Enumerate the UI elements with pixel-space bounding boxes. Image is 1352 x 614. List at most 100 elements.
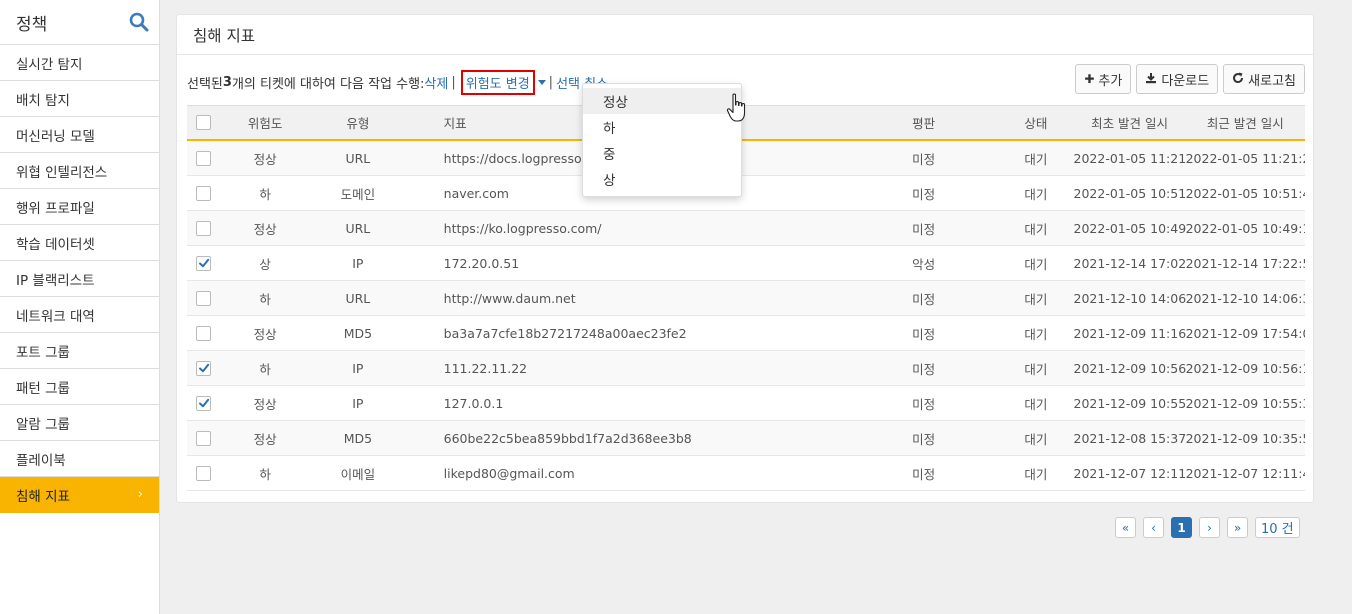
- table-row[interactable]: 정상 URL https://docs.logpresso.com/n 미정 대기 202…: [187, 141, 1305, 176]
- risk-cell: 정상: [253, 326, 277, 342]
- risk-cell: 정상: [253, 431, 277, 447]
- first-seen-cell: 2021-12-07 12:11:46: [1073, 465, 1186, 481]
- main-panel: 침해 지표 선택된 3 개의 티켓에 대하여 다음 작업 수행: 삭제 | 위험…: [176, 14, 1314, 503]
- separator: |: [451, 75, 456, 90]
- table-row[interactable]: 정상 IP 127.0.0.1 미정 대기 2021-12-09 10:55:322021…: [187, 386, 1305, 421]
- sidebar-item[interactable]: 알람 그룹: [0, 405, 159, 441]
- header-state[interactable]: 상태: [944, 113, 1051, 132]
- state-cell: 대기: [1024, 326, 1048, 342]
- sidebar-item[interactable]: 배치 탐지: [0, 81, 159, 117]
- dropdown-item[interactable]: 중: [583, 140, 741, 166]
- row-select-cell: [187, 185, 220, 201]
- table-row[interactable]: 하 IP 111.22.11.22 미정 대기 2021-12-09 10:56:1720…: [187, 351, 1305, 386]
- sidebar-item[interactable]: 패턴 그룹: [0, 369, 159, 405]
- last-page-button[interactable]: »: [1227, 517, 1248, 538]
- row-checkbox[interactable]: [196, 185, 212, 201]
- header-reputation[interactable]: 평판: [813, 113, 944, 132]
- sidebar-item[interactable]: IP 블랙리스트: [0, 261, 159, 297]
- indicator-cell: likepd80@gmail.com: [443, 465, 575, 481]
- panel-header: 침해 지표: [177, 15, 1313, 55]
- header-risk[interactable]: 위험도: [220, 113, 310, 132]
- table-row[interactable]: 하도메인naver.com미정대기2022-01-05 10:51:472022…: [187, 176, 1305, 211]
- sidebar-item[interactable]: 침해 지표 ›: [0, 477, 159, 513]
- search-icon[interactable]: [129, 12, 149, 32]
- sidebar-item[interactable]: 학습 데이터셋: [0, 225, 159, 261]
- dropdown-item[interactable]: 정상: [583, 88, 741, 114]
- last-seen-cell: 2021-12-09 10:35:51: [1185, 430, 1305, 446]
- row-checkbox[interactable]: [196, 325, 212, 341]
- hand-cursor-icon: [726, 93, 748, 125]
- risk-cell: 정상: [253, 151, 277, 167]
- row-checkbox[interactable]: [196, 290, 212, 306]
- state-cell: 대기: [1024, 186, 1048, 202]
- type-cell: URL: [345, 290, 371, 306]
- sidebar-item[interactable]: 실시간 탐지: [0, 45, 159, 81]
- first-seen-cell: 2021-12-08 15:37:21: [1073, 430, 1186, 446]
- prev-page-button[interactable]: ‹: [1143, 517, 1164, 538]
- row-select-cell: [187, 325, 220, 341]
- type-cell: IP: [352, 395, 364, 411]
- row-checkbox[interactable]: [196, 150, 212, 166]
- table-row[interactable]: 상 IP 172.20.0.51 악성 대기 2021-12-14 17:02:19202…: [187, 246, 1305, 281]
- row-checkbox[interactable]: [196, 465, 212, 481]
- row-checkbox[interactable]: [196, 430, 212, 446]
- sidebar-item-label: 침해 지표: [16, 488, 70, 505]
- row-checkbox[interactable]: [196, 395, 212, 411]
- first-seen-cell: 2022-01-05 10:51:47: [1073, 185, 1186, 201]
- row-checkbox[interactable]: [196, 220, 212, 236]
- indicator-cell: 172.20.0.51: [443, 255, 520, 271]
- row-select-cell: [187, 255, 220, 271]
- table-row[interactable]: 정상 MD5 ba3a7a7cfe18b27217248a00aec23fe2 미정 대…: [187, 316, 1305, 351]
- table-row[interactable]: 하 URL http://www.daum.net 미정 대기 2021-12-10 14…: [187, 281, 1305, 316]
- download-button-label: 다운로드: [1161, 73, 1210, 89]
- refresh-button[interactable]: 새로고침: [1223, 64, 1305, 94]
- type-cell: 이메일: [340, 466, 376, 482]
- table-row[interactable]: 정상 MD5 660be22c5bea859bbd1f7a2d368ee3b8 미정 대…: [187, 421, 1305, 456]
- caret-down-icon[interactable]: [537, 80, 546, 85]
- separator: |: [548, 75, 554, 90]
- toolbar: 선택된 3 개의 티켓에 대하여 다음 작업 수행: 삭제 | 위험도 변경 |…: [187, 64, 1305, 95]
- row-checkbox[interactable]: [196, 255, 212, 271]
- first-seen-cell: 2022-01-05 11:21:23: [1073, 150, 1186, 166]
- change-risk-highlight: 위험도 변경: [460, 70, 535, 95]
- sidebar-item[interactable]: 네트워크 대역: [0, 297, 159, 333]
- last-seen-cell: 2021-12-07 12:11:46: [1185, 465, 1305, 481]
- sidebar-item-label: 알람 그룹: [16, 416, 70, 433]
- page-size-button[interactable]: 10 건: [1255, 517, 1300, 538]
- current-page-button[interactable]: 1: [1171, 517, 1192, 538]
- sidebar-item-label: 머신러닝 모델: [16, 128, 95, 145]
- table-body: 정상 URL https://docs.logpresso.com/n 미정 대기 202…: [187, 141, 1305, 491]
- first-seen-cell: 2022-01-05 10:49:09: [1073, 220, 1186, 236]
- state-cell: 대기: [1024, 396, 1048, 412]
- add-button[interactable]: ✚ 추가: [1075, 64, 1132, 94]
- type-cell: IP: [352, 360, 364, 376]
- sidebar-item[interactable]: 플레이북: [0, 441, 159, 477]
- sidebar-title: 정책: [16, 14, 48, 35]
- row-checkbox[interactable]: [196, 360, 212, 376]
- risk-cell: 정상: [253, 396, 277, 412]
- reputation-cell: 미정: [912, 396, 936, 412]
- header-type[interactable]: 유형: [310, 113, 406, 132]
- table-row[interactable]: 정상 URL https://ko.logpresso.com/미정 대기 2022-0…: [187, 211, 1305, 246]
- delete-link[interactable]: 삭제: [424, 73, 448, 92]
- header-last-seen[interactable]: 최근 발견 일시: [1186, 113, 1305, 132]
- select-all-checkbox[interactable]: [196, 115, 212, 130]
- table-row[interactable]: 하 이메일 likepd80@gmail.com 미정 대기 2021-12-07 12:…: [187, 456, 1305, 491]
- header-first-seen[interactable]: 최초 발견 일시: [1052, 113, 1186, 132]
- sidebar-item-label: 플레이북: [16, 452, 66, 469]
- type-cell: MD5: [343, 325, 373, 341]
- change-risk-link[interactable]: 위험도 변경: [466, 73, 530, 92]
- dropdown-item[interactable]: 상: [583, 166, 741, 192]
- sidebar-item[interactable]: 위협 인텔리전스: [0, 153, 159, 189]
- download-button[interactable]: 다운로드: [1136, 64, 1219, 94]
- dropdown-item[interactable]: 하: [583, 114, 741, 140]
- indicator-cell: https://ko.logpresso.com/: [443, 220, 602, 236]
- first-page-button[interactable]: «: [1115, 517, 1136, 538]
- next-page-button[interactable]: ›: [1199, 517, 1220, 538]
- type-cell: 도메인: [340, 186, 376, 202]
- sidebar-item[interactable]: 포트 그룹: [0, 333, 159, 369]
- sidebar-item[interactable]: 머신러닝 모델: [0, 117, 159, 153]
- plus-icon: ✚: [1084, 72, 1095, 86]
- sidebar-item[interactable]: 행위 프로파일: [0, 189, 159, 225]
- sidebar: 정책 실시간 탐지 배치 탐지머신러닝 모델위협 인텔리전스 행위 프로파일 학습 데…: [0, 0, 160, 614]
